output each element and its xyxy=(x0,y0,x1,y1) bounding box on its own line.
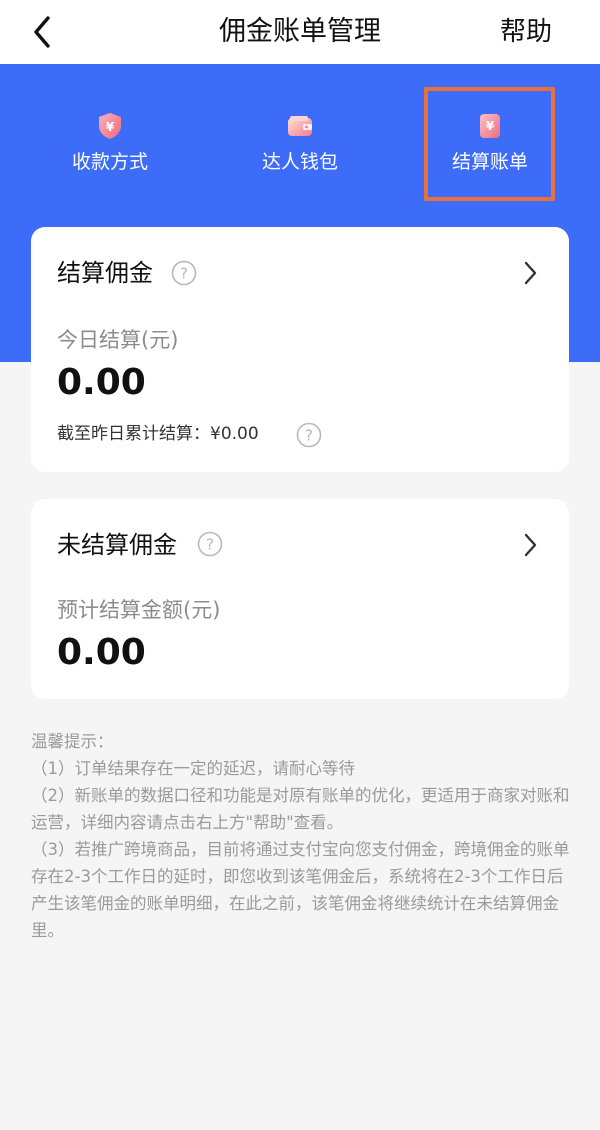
chevron-right-icon[interactable] xyxy=(521,260,539,286)
unsettled-commission-card[interactable]: 未结算佣金 ? 预计结算金额(元) 0.00 xyxy=(31,499,569,699)
tip-item: （1）订单结果存在一定的延迟，请耐心等待 xyxy=(31,759,355,778)
svg-text:¥: ¥ xyxy=(106,120,115,134)
tab-label: 收款方式 xyxy=(71,151,148,173)
svg-text:?: ? xyxy=(180,265,188,283)
unsettled-commission-title: 未结算佣金 xyxy=(57,531,177,559)
estimated-settlement-amount: 0.00 xyxy=(57,632,146,673)
tab-highlight-annotation xyxy=(424,87,555,201)
today-settled-label: 今日结算(元) xyxy=(57,328,179,352)
top-nav-bar: 佣金账单管理 帮助 xyxy=(0,0,600,64)
cumulative-settled-note: 截至昨日累计结算：¥0.00 xyxy=(57,424,259,444)
svg-text:?: ? xyxy=(206,536,214,554)
tip-item: （3）若推广跨境商品，目前将通过支付宝向您支付佣金，跨境佣金的账单存在2-3个工… xyxy=(31,840,570,940)
tab-label: 达人钱包 xyxy=(261,151,338,173)
question-circle-icon[interactable]: ? xyxy=(296,422,322,448)
tab-payment-method[interactable]: ¥ 收款方式 xyxy=(35,104,185,184)
chevron-right-icon[interactable] xyxy=(521,532,539,558)
tips-section: 温馨提示： （1）订单结果存在一定的延迟，请耐心等待 （2）新账单的数据口径和功… xyxy=(31,728,576,944)
question-circle-icon[interactable]: ? xyxy=(171,260,197,286)
help-button[interactable]: 帮助 xyxy=(500,12,552,52)
tab-talent-wallet[interactable]: 达人钱包 xyxy=(225,104,375,184)
wallet-icon xyxy=(288,116,312,136)
settled-commission-card[interactable]: 结算佣金 ? 今日结算(元) 0.00 截至昨日累计结算：¥0.00 ? xyxy=(31,227,569,472)
estimated-settlement-label: 预计结算金额(元) xyxy=(57,598,221,622)
today-settled-amount: 0.00 xyxy=(57,362,146,403)
svg-text:?: ? xyxy=(305,427,313,445)
page: 佣金账单管理 帮助 ¥ 收款方式 达人钱包 ¥ 结算账单 结算佣金 ? 今日结算… xyxy=(0,0,600,1130)
question-circle-icon[interactable]: ? xyxy=(197,531,223,557)
tip-item: （2）新账单的数据口径和功能是对原有账单的优化，更适用于商家对账和运营，详细内容… xyxy=(31,786,570,832)
shield-yen-icon: ¥ xyxy=(99,113,121,139)
tips-heading: 温馨提示： xyxy=(31,732,114,751)
settled-commission-title: 结算佣金 xyxy=(57,259,153,287)
